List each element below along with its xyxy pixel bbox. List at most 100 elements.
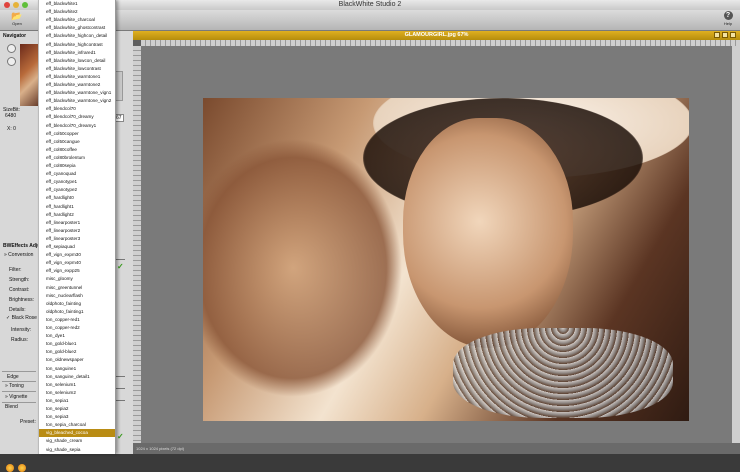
preset-list-item[interactable]: eff_blackwhite1 bbox=[39, 0, 115, 8]
image-canvas[interactable] bbox=[141, 46, 732, 443]
preset-list-item[interactable]: eff_sepiaquad bbox=[39, 243, 115, 251]
preset-list-item[interactable]: eff_blackwhite_warmtone_vign1 bbox=[39, 89, 115, 97]
image-window: GLAMOURGIRL.jpg 67% 1024 x 1024 pixels (… bbox=[133, 31, 740, 454]
black-rose-checkbox[interactable]: ✓ Black Rose bbox=[6, 315, 37, 321]
apply-check-icon[interactable]: ✓ bbox=[117, 263, 124, 271]
preset-list-item[interactable]: eff_blackwhite_charcoal bbox=[39, 16, 115, 24]
image-minimize-button[interactable] bbox=[714, 32, 720, 38]
preset-list-item[interactable]: eff_cyanotype1 bbox=[39, 178, 115, 186]
preset-list-item[interactable]: eff_blackwhite_warmtone2 bbox=[39, 81, 115, 89]
photo-necklace-shape bbox=[453, 328, 673, 418]
edge-section[interactable]: Edge bbox=[7, 374, 19, 380]
help-button[interactable]: ? Help bbox=[720, 11, 736, 29]
x-readout: X: 0 bbox=[7, 126, 16, 132]
divider bbox=[2, 381, 36, 382]
preset-list-item[interactable]: eff_linearposter3 bbox=[39, 235, 115, 243]
slider-tick bbox=[115, 388, 125, 389]
divider bbox=[2, 391, 36, 392]
vignette-section[interactable]: » Vignette bbox=[5, 394, 27, 400]
image-close-button[interactable] bbox=[730, 32, 736, 38]
preset-list-item[interactable]: vig_shade_cream bbox=[39, 437, 115, 445]
preset-list-item[interactable]: ton_sepia2 bbox=[39, 405, 115, 413]
preset-list-item[interactable]: ton_copper-red1 bbox=[39, 316, 115, 324]
preset-list-item[interactable]: eff_col80coffee bbox=[39, 146, 115, 154]
navigator-title: Navigator bbox=[3, 33, 27, 39]
preset-list-item[interactable]: eff_hardlight2 bbox=[39, 211, 115, 219]
preset-list-item[interactable]: ton_sanguine1 bbox=[39, 365, 115, 373]
preset-list-item[interactable]: eff_blendcol70 bbox=[39, 105, 115, 113]
size-value: 6480 bbox=[5, 113, 17, 119]
preset-list-item[interactable]: ton_dye1 bbox=[39, 332, 115, 340]
preset-list-item[interactable]: eff_blackwhite_highcon_detail bbox=[39, 32, 115, 40]
preset-dropdown-list[interactable]: eff_blackwhite1 eff_blackwhite2 eff_blackw… bbox=[38, 0, 116, 454]
preset-list-item[interactable]: eff_col80sepia bbox=[39, 162, 115, 170]
preset-list-item[interactable]: oldphoto_fainting1 bbox=[39, 308, 115, 316]
blend-section[interactable]: Blend bbox=[5, 404, 18, 410]
open-button[interactable]: 📂 Open bbox=[6, 11, 28, 29]
preset-list-item[interactable]: eff_blackwhite2 bbox=[39, 8, 115, 16]
preset-list-item[interactable]: eff_linearposter1 bbox=[39, 219, 115, 227]
preset-list-item[interactable]: ton_sepia_charcoal bbox=[39, 421, 115, 429]
preset-list-item[interactable]: eff_blackwhite_lowcontrast bbox=[39, 65, 115, 73]
preset-star-icon[interactable] bbox=[18, 464, 26, 472]
preset-list-item[interactable]: eff_blackwhite_ghostcontrast bbox=[39, 24, 115, 32]
preset-list-item[interactable]: oldphoto_fainting bbox=[39, 300, 115, 308]
open-folder-icon: 📂 bbox=[11, 11, 23, 21]
preset-label: Preset: bbox=[20, 419, 36, 425]
preset-list-item[interactable]: eff_linearposter2 bbox=[39, 227, 115, 235]
preset-list-item[interactable]: eff_hardlight1 bbox=[39, 203, 115, 211]
preset-list-item[interactable]: ton_sepia3 bbox=[39, 413, 115, 421]
preset-list-item[interactable]: vig_bleached_cocoa bbox=[39, 429, 115, 438]
preset-list-item[interactable]: eff_blackwhite_warmtone1 bbox=[39, 73, 115, 81]
preset-list-item[interactable]: eff_col50cangue bbox=[39, 138, 115, 146]
preset-list-item[interactable]: eff_blackwhite_highcontrast bbox=[39, 41, 115, 49]
navigator-zoom-out-button[interactable] bbox=[7, 57, 16, 66]
preset-list-item[interactable]: eff_vign_expm30 bbox=[39, 251, 115, 259]
divider bbox=[2, 371, 36, 372]
preset-list-item[interactable]: ton_copper-red2 bbox=[39, 324, 115, 332]
preset-list-item[interactable]: eff_hardlight0 bbox=[39, 194, 115, 202]
preset-list-item[interactable]: eff_blackwhite_infrared1 bbox=[39, 49, 115, 57]
preset-list-item[interactable]: misc_nuclearflash bbox=[39, 292, 115, 300]
preset-list-item[interactable]: ton_sepia1 bbox=[39, 397, 115, 405]
contrast-label: Contrast: bbox=[9, 287, 30, 293]
reset-icon[interactable] bbox=[6, 464, 14, 472]
preset-list-item[interactable]: eff_blendcol70_dreamy bbox=[39, 113, 115, 121]
preset-list-item[interactable]: ton_sanguine_detail1 bbox=[39, 373, 115, 381]
preset-list-item[interactable]: eff_blackwhite_lowcon_detail bbox=[39, 57, 115, 65]
help-icon: ? bbox=[723, 11, 733, 20]
brightness-label: Brightness: bbox=[9, 297, 35, 303]
preset-list-item[interactable]: ton_selenium1 bbox=[39, 381, 115, 389]
preset-list-item[interactable]: eff_cyanotype2 bbox=[39, 186, 115, 194]
preset-list-item[interactable]: misc_greentunnel bbox=[39, 284, 115, 292]
conversion-label: Conversion bbox=[8, 252, 34, 258]
image-scrollbar[interactable] bbox=[732, 46, 740, 443]
preset-list-item[interactable]: eff_col50copper bbox=[39, 130, 115, 138]
vertical-ruler bbox=[133, 46, 141, 443]
preset-list-item[interactable]: ton_selenium2 bbox=[39, 389, 115, 397]
preset-list-item[interactable]: eff_blackwhite_warmtone_vign2 bbox=[39, 97, 115, 105]
details-label: Details: bbox=[9, 307, 26, 313]
conversion-section[interactable]: » Conversion bbox=[4, 252, 33, 258]
photo-face-shape bbox=[403, 118, 573, 348]
image-maximize-button[interactable] bbox=[722, 32, 728, 38]
slider-tick bbox=[115, 259, 125, 260]
image-status-bar: 1024 x 1024 pixels (72 dpi) bbox=[133, 443, 740, 454]
confirm-check-icon[interactable]: ✓ bbox=[117, 433, 124, 441]
slider-tick bbox=[115, 376, 125, 377]
slider-tick bbox=[115, 400, 125, 401]
toning-section[interactable]: » Toning bbox=[5, 383, 24, 389]
preset-list-item[interactable]: eff_cyanoquad bbox=[39, 170, 115, 178]
photo bbox=[203, 98, 689, 421]
preset-list-item[interactable]: eff_col80brolentum bbox=[39, 154, 115, 162]
preset-list-item[interactable]: misc_gloomy bbox=[39, 275, 115, 283]
preset-list-item[interactable]: vig_shade_sepia bbox=[39, 446, 115, 454]
preset-list-item[interactable]: eff_vign_expm40 bbox=[39, 259, 115, 267]
toning-label: Toning bbox=[9, 383, 24, 389]
navigator-zoom-in-button[interactable] bbox=[7, 44, 16, 53]
preset-list-item[interactable]: ton_gold-blue1 bbox=[39, 340, 115, 348]
preset-list-item[interactable]: ton_gold-blue2 bbox=[39, 348, 115, 356]
preset-list-item[interactable]: ton_oldnewspaper bbox=[39, 356, 115, 364]
preset-list-item[interactable]: eff_vign_expp25 bbox=[39, 267, 115, 275]
preset-list-item[interactable]: eff_blendcol70_dreamy1 bbox=[39, 122, 115, 130]
